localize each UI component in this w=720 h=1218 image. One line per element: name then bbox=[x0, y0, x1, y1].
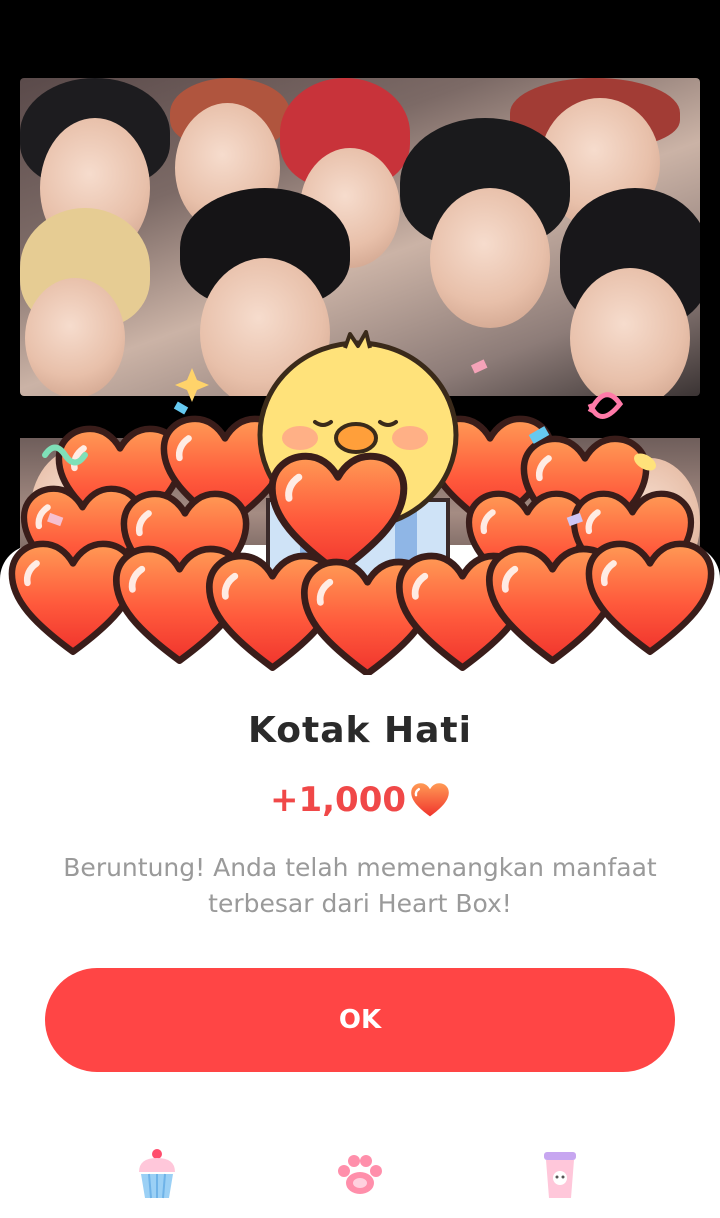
dialog-title: Kotak Hati bbox=[248, 710, 472, 751]
heart-icon bbox=[411, 783, 449, 817]
cupcake-icon[interactable] bbox=[122, 1140, 192, 1210]
cup-icon[interactable] bbox=[525, 1140, 595, 1210]
reward-message: Beruntung! Anda telah memenangkan manfaa… bbox=[63, 853, 657, 918]
reward-amount: +1,000 bbox=[0, 780, 720, 820]
heart-box-illustration bbox=[0, 330, 720, 675]
bottom-icon-bar bbox=[0, 1140, 720, 1210]
paw-icon[interactable] bbox=[325, 1140, 395, 1210]
ok-button[interactable]: OK bbox=[45, 968, 675, 1072]
reward-value: +1,000 bbox=[269, 780, 407, 820]
